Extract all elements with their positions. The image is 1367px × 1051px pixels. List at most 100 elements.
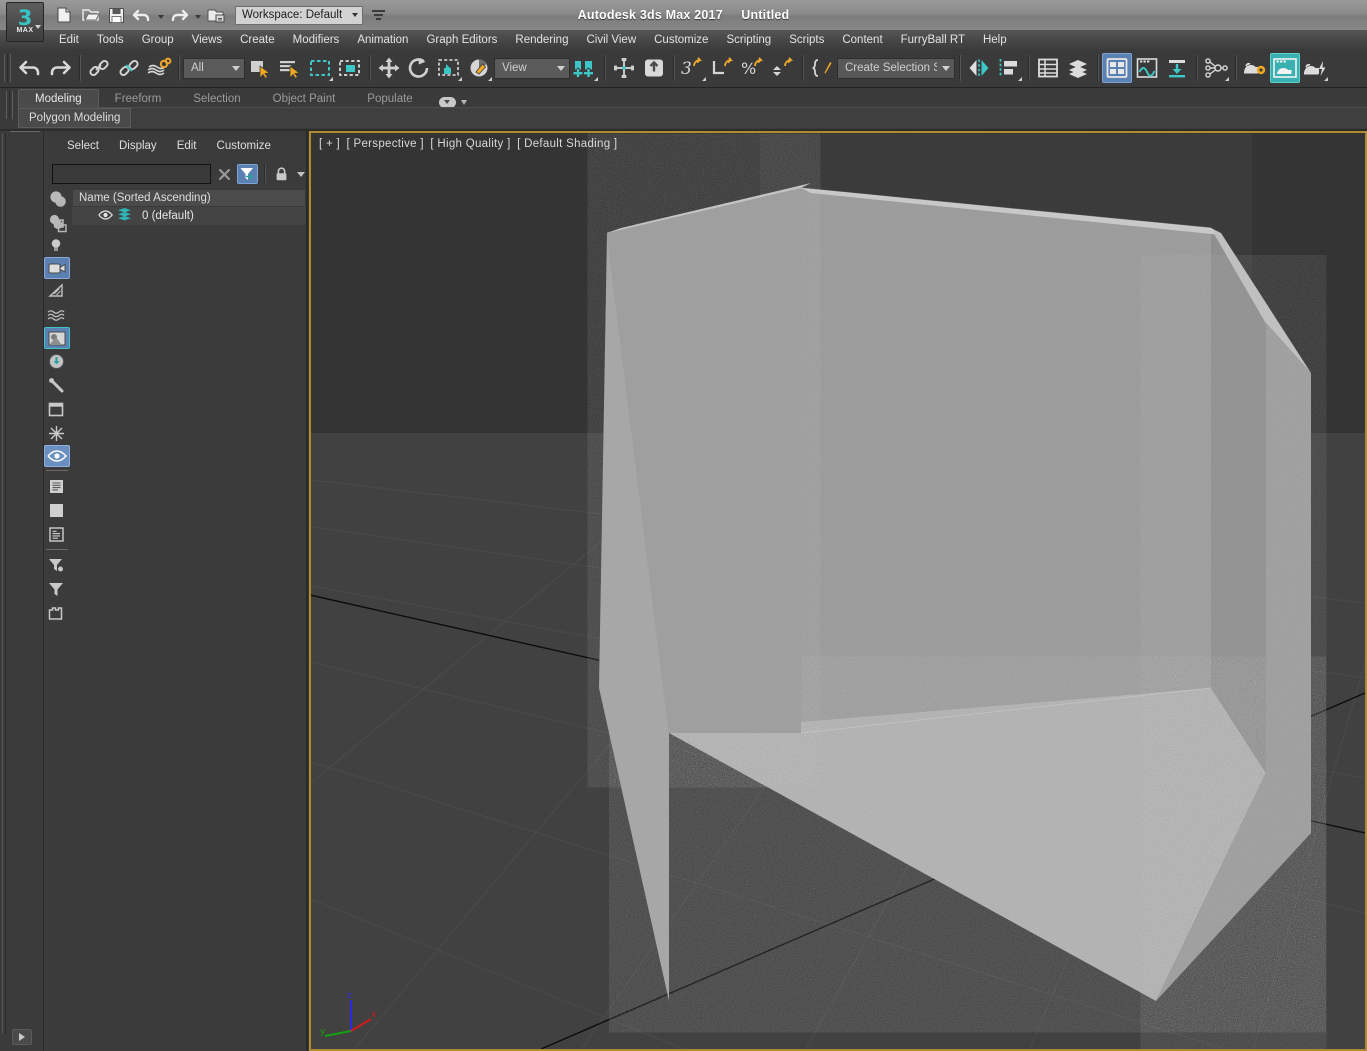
ribbon-tab-object-paint[interactable]: Object Paint bbox=[257, 89, 352, 108]
ribbon-tab-populate[interactable]: Populate bbox=[351, 89, 428, 108]
list-item[interactable]: 0 (default) bbox=[72, 207, 306, 225]
eye-icon[interactable] bbox=[98, 207, 113, 225]
redo-icon[interactable] bbox=[167, 3, 191, 27]
select-and-manipulate-button[interactable] bbox=[609, 53, 639, 83]
select-and-rotate-button[interactable] bbox=[404, 53, 434, 83]
minimize-panel-button[interactable] bbox=[12, 1029, 32, 1045]
toolbar-grip[interactable] bbox=[4, 53, 12, 83]
column-header-name[interactable]: Name (Sorted Ascending) bbox=[72, 189, 306, 207]
percent-snap-toggle-button[interactable] bbox=[708, 53, 738, 83]
filter-settings-icon[interactable] bbox=[44, 553, 68, 577]
helpers-filter-icon[interactable] bbox=[44, 279, 68, 303]
explorer-menu-select[interactable]: Select bbox=[58, 138, 108, 154]
undo-button[interactable] bbox=[15, 53, 45, 83]
material-editor-button[interactable] bbox=[1201, 53, 1231, 83]
xrefs-filter-icon[interactable] bbox=[44, 349, 68, 373]
menu-item-scripts[interactable]: Scripts bbox=[780, 32, 833, 48]
particles-filter-icon[interactable] bbox=[44, 421, 68, 445]
project-folder-icon[interactable] bbox=[204, 3, 228, 27]
align-button[interactable] bbox=[994, 53, 1024, 83]
menu-item-animation[interactable]: Animation bbox=[348, 32, 417, 48]
materials-icon[interactable] bbox=[44, 498, 68, 522]
menu-item-furryball-rt[interactable]: FurryBall RT bbox=[892, 32, 974, 48]
unlink-selection-button[interactable] bbox=[114, 53, 144, 83]
menu-item-group[interactable]: Group bbox=[133, 32, 183, 48]
undo-history-dropdown-icon[interactable] bbox=[156, 3, 165, 27]
save-file-icon[interactable] bbox=[104, 3, 128, 27]
layer-explorer-button[interactable] bbox=[1033, 53, 1063, 83]
menu-item-create[interactable]: Create bbox=[231, 32, 284, 48]
render-production-button[interactable] bbox=[1300, 53, 1330, 83]
lock-icon[interactable] bbox=[271, 164, 291, 184]
workspace-more-icon[interactable] bbox=[372, 10, 385, 20]
groups-filter-icon[interactable] bbox=[44, 327, 70, 349]
menu-item-modifiers[interactable]: Modifiers bbox=[284, 32, 349, 48]
redo-history-dropdown-icon[interactable] bbox=[193, 3, 202, 27]
select-and-scale-button[interactable] bbox=[434, 53, 464, 83]
edit-named-selection-sets-button[interactable] bbox=[807, 53, 837, 83]
undo-icon[interactable] bbox=[130, 3, 154, 27]
ribbon-panel-polygon-modeling[interactable]: Polygon Modeling bbox=[18, 108, 131, 128]
menu-item-rendering[interactable]: Rendering bbox=[506, 32, 577, 48]
angle-snap-toggle-button[interactable]: 3 bbox=[678, 53, 708, 83]
left-dock-grip[interactable] bbox=[2, 133, 8, 1033]
container-rules-icon[interactable] bbox=[44, 601, 68, 625]
curve-editor-button[interactable] bbox=[1132, 53, 1162, 83]
explorer-menu-edit[interactable]: Edit bbox=[168, 138, 206, 154]
select-and-place-button[interactable] bbox=[464, 53, 494, 83]
menu-item-civil-view[interactable]: Civil View bbox=[577, 32, 645, 48]
rendered-frame-window-button[interactable] bbox=[1270, 53, 1300, 83]
space-warps-filter-icon[interactable] bbox=[44, 303, 68, 327]
window-crossing-button[interactable] bbox=[335, 53, 365, 83]
shapes-filter-icon[interactable] bbox=[44, 209, 68, 233]
render-setup-button[interactable] bbox=[1240, 53, 1270, 83]
manage-layers-button[interactable] bbox=[1063, 53, 1093, 83]
menu-item-views[interactable]: Views bbox=[183, 32, 231, 48]
menu-item-tools[interactable]: Tools bbox=[88, 32, 133, 48]
named-selection-sets-combo[interactable]: Create Selection Set bbox=[837, 58, 955, 79]
ribbon-tab-selection[interactable]: Selection bbox=[177, 89, 256, 108]
filter-icon[interactable] bbox=[237, 164, 258, 184]
explorer-menu-customize[interactable]: Customize bbox=[208, 138, 280, 154]
select-and-move-button[interactable] bbox=[374, 53, 404, 83]
use-pivot-point-center-button[interactable] bbox=[570, 53, 600, 83]
ribbon-grip[interactable] bbox=[6, 90, 14, 120]
explorer-menu-display[interactable]: Display bbox=[110, 138, 166, 154]
open-file-icon[interactable] bbox=[78, 3, 102, 27]
geometry-filter-icon[interactable] bbox=[44, 185, 68, 209]
chevron-down-icon[interactable] bbox=[294, 164, 308, 184]
spinner-snap-toggle-button[interactable]: % bbox=[738, 53, 768, 83]
bind-to-space-warp-button[interactable] bbox=[144, 53, 174, 83]
new-file-icon[interactable] bbox=[52, 3, 76, 27]
viewport-label[interactable]: [ + ] [ Perspective ] [ High Quality ] [… bbox=[319, 138, 620, 150]
snaps-toggle-button[interactable] bbox=[639, 53, 669, 83]
properties-icon[interactable] bbox=[44, 522, 68, 546]
schematic-view-button[interactable] bbox=[1162, 53, 1192, 83]
spinner-snap-button[interactable] bbox=[768, 53, 798, 83]
menu-item-scripting[interactable]: Scripting bbox=[717, 32, 780, 48]
scene-explorer-button[interactable] bbox=[1102, 53, 1132, 83]
menu-item-edit[interactable]: Edit bbox=[50, 32, 88, 48]
ribbon-tab-freeform[interactable]: Freeform bbox=[99, 89, 178, 108]
cameras-filter-icon[interactable] bbox=[44, 257, 70, 279]
menu-item-customize[interactable]: Customize bbox=[645, 32, 717, 48]
selection-filter-combo[interactable]: All bbox=[183, 58, 245, 79]
visibility-toggle-icon[interactable] bbox=[44, 445, 70, 467]
select-and-link-button[interactable] bbox=[84, 53, 114, 83]
application-menu-button[interactable]: 3 MAX bbox=[6, 2, 44, 42]
menu-item-graph-editors[interactable]: Graph Editors bbox=[417, 32, 506, 48]
search-input[interactable] bbox=[52, 164, 211, 184]
layers-list-icon[interactable] bbox=[44, 474, 68, 498]
lights-filter-icon[interactable] bbox=[44, 233, 68, 257]
clear-search-icon[interactable] bbox=[214, 164, 234, 184]
select-by-name-button[interactable] bbox=[275, 53, 305, 83]
ribbon-tab-modeling[interactable]: Modeling bbox=[18, 89, 99, 108]
bones-filter-icon[interactable] bbox=[44, 373, 68, 397]
redo-button[interactable] bbox=[45, 53, 75, 83]
select-object-button[interactable] bbox=[245, 53, 275, 83]
reference-coordinate-system-combo[interactable]: View bbox=[494, 58, 570, 79]
menu-item-content[interactable]: Content bbox=[833, 32, 891, 48]
workspace-selector[interactable]: Workspace: Default bbox=[235, 6, 363, 25]
rectangular-selection-region-button[interactable] bbox=[305, 53, 335, 83]
containers-filter-icon[interactable] bbox=[44, 397, 68, 421]
